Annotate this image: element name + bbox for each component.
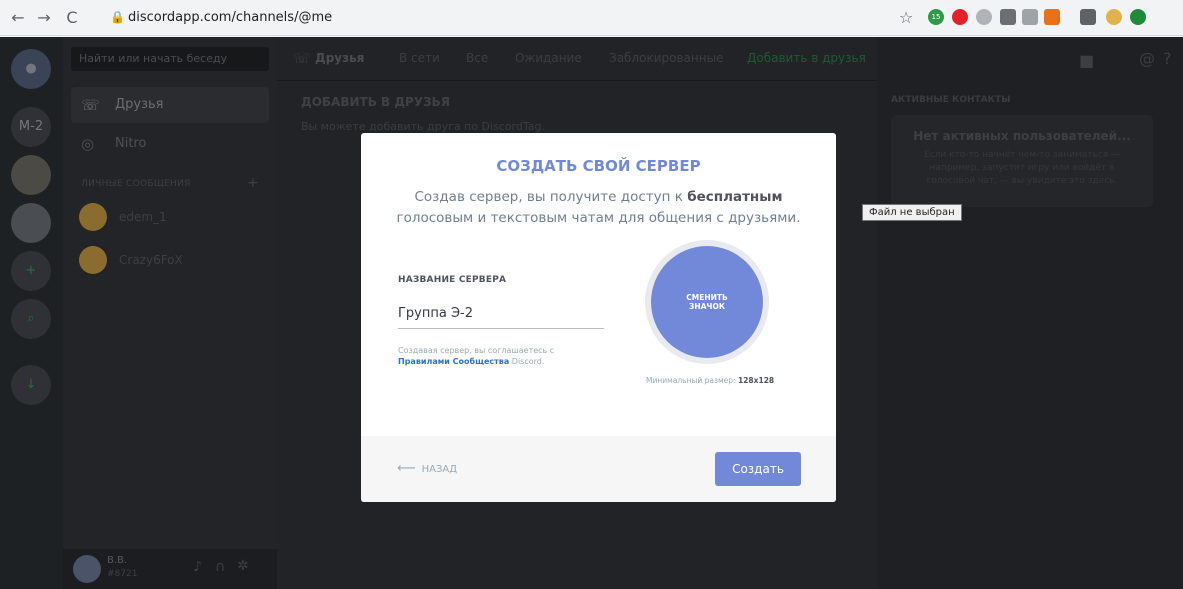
- lock-icon: 🔒: [110, 10, 125, 24]
- empty-body: Если кто-то начнёт чем-то заниматься — н…: [924, 150, 1120, 186]
- search-input[interactable]: Найти или начать беседу: [71, 47, 269, 71]
- tab-all[interactable]: Все: [466, 51, 488, 65]
- guild-sidebar: ● M-2 + ⌕ ↓: [0, 37, 63, 589]
- add-server-icon[interactable]: +: [11, 251, 51, 291]
- modal-title: СОЗДАТЬ СВОЙ СЕРВЕР: [496, 157, 701, 175]
- mentions-icon[interactable]: @: [1139, 49, 1155, 68]
- sidebar-item-nitro[interactable]: ◎ Nitro: [71, 126, 269, 162]
- guild-m2[interactable]: M-2: [11, 107, 51, 147]
- dm-item-label[interactable]: Crazy6FoX: [119, 253, 183, 267]
- key-extension-icon[interactable]: [1080, 9, 1096, 25]
- back-arrow-icon: ⟵: [397, 461, 416, 476]
- active-contacts-empty: Нет активных пользователей... Если кто-т…: [891, 115, 1153, 207]
- active-contacts-header: АКТИВНЫЕ КОНТАКТЫ: [891, 95, 1011, 105]
- desc-bold: бесплатным: [687, 189, 783, 205]
- user-panel: B.B. #8721 ♪ ∩ ✲: [63, 549, 277, 589]
- bookmark-star-icon[interactable]: ☆: [896, 8, 916, 28]
- channel-sidebar: Найти или начать беседу ☏ Друзья ◎ Nitro…: [63, 37, 277, 589]
- extension-counter-icon[interactable]: 15: [928, 9, 944, 25]
- sidebar-item-label: Друзья: [115, 97, 164, 112]
- file-tooltip: Файл не выбран: [862, 204, 962, 221]
- friends-icon: ☏: [81, 96, 100, 114]
- avatar[interactable]: [73, 555, 101, 583]
- help-icon[interactable]: ?: [1163, 49, 1172, 68]
- section-subtitle: Вы можете добавить друга по DiscordTag.: [301, 120, 545, 133]
- server-name-input[interactable]: [398, 299, 604, 329]
- download-apps-icon[interactable]: ↓: [11, 365, 51, 405]
- tab-add-friend[interactable]: Добавить в друзья: [747, 51, 866, 65]
- tab-friends-title: Друзья: [315, 51, 365, 65]
- sidebar-item-friends[interactable]: ☏ Друзья: [71, 87, 269, 123]
- browser-toolbar: ← → C 🔒 discordapp.com/channels/@me ☆ 15: [0, 0, 1183, 36]
- section-title: ДОБАВИТЬ В ДРУЗЬЯ: [301, 95, 450, 109]
- guild-avatar-2[interactable]: [11, 203, 51, 243]
- create-server-modal: СОЗДАТЬ СВОЙ СЕРВЕР Создав сервер, вы по…: [361, 133, 836, 502]
- url-text: discordapp.com/channels/@me: [128, 10, 333, 25]
- puzzle-extension-icon[interactable]: [976, 9, 992, 25]
- active-contacts-panel: ■ @ ? АКТИВНЫЕ КОНТАКТЫ Нет активных пол…: [877, 37, 1183, 589]
- package-extension-icon[interactable]: [1000, 9, 1016, 25]
- tab-blocked[interactable]: Заблокированные: [609, 51, 723, 65]
- agree-prefix: Создавая сервер, вы соглашаетесь с: [398, 346, 555, 355]
- server-name-label: НАЗВАНИЕ СЕРВЕРА: [398, 275, 507, 285]
- change-icon-line1: СМЕНИТЬ: [686, 293, 728, 302]
- opera-extension-icon[interactable]: [952, 9, 968, 25]
- dm-item-label[interactable]: edem_1: [119, 210, 167, 224]
- create-button[interactable]: Создать: [715, 452, 801, 486]
- guidelines-notice: Создавая сервер, вы соглашаетесь с Прави…: [398, 345, 608, 367]
- user-tag: #8721: [107, 569, 138, 579]
- reload-icon[interactable]: C: [62, 8, 82, 28]
- min-size-note: Минимальный размер: 128x128: [646, 376, 774, 385]
- avatar[interactable]: [79, 203, 107, 231]
- create-dm-icon[interactable]: +: [247, 175, 259, 191]
- min-size-value: 128x128: [737, 376, 775, 385]
- modal-footer: ⟵ НАЗАД Создать: [361, 436, 836, 502]
- user-name: B.B.: [107, 555, 128, 566]
- desc-prefix: Создав сервер, вы получите доступ к: [414, 189, 683, 205]
- settings-gear-icon[interactable]: ✲: [237, 558, 249, 574]
- back-button[interactable]: ⟵ НАЗАД: [397, 461, 457, 476]
- mute-mic-icon[interactable]: ♪: [193, 559, 202, 575]
- agree-suffix: Discord.: [511, 357, 545, 366]
- explore-search-icon[interactable]: ⌕: [11, 299, 51, 339]
- dm-header: ЛИЧНЫЕ СООБЩЕНИЯ: [81, 179, 191, 189]
- modal-description: Создав сервер, вы получите доступ к бесп…: [381, 187, 816, 229]
- guidelines-link[interactable]: Правилами Сообщества: [398, 357, 509, 366]
- change-icon-label: СМЕНИТЬ ЗНАЧОК: [651, 293, 763, 311]
- back-arrow-icon[interactable]: ←: [8, 8, 28, 28]
- shield-extension-icon[interactable]: [1022, 9, 1038, 25]
- headphones-icon[interactable]: ∩: [215, 559, 225, 575]
- address-bar[interactable]: 🔒 discordapp.com/channels/@me: [98, 4, 918, 32]
- update-extension-icon[interactable]: [1130, 9, 1146, 25]
- sidebar-item-label: Nitro: [115, 136, 147, 151]
- nitro-icon: ◎: [81, 135, 95, 153]
- back-label: НАЗАД: [421, 464, 458, 475]
- change-icon-line2: ЗНАЧОК: [689, 302, 725, 311]
- forward-arrow-icon[interactable]: →: [34, 8, 54, 28]
- guild-avatar-1[interactable]: [11, 155, 51, 195]
- desc-suffix: голосовым и текстовым чатам для общения …: [396, 210, 801, 226]
- download-extension-icon[interactable]: [1044, 9, 1060, 25]
- tab-pending[interactable]: Ожидание: [515, 51, 582, 65]
- discord-home-icon[interactable]: ●: [11, 49, 51, 89]
- tab-online[interactable]: В сети: [399, 51, 440, 65]
- new-group-dm-icon[interactable]: ■: [1079, 51, 1094, 70]
- empty-title: Нет активных пользователей...: [913, 129, 1131, 143]
- min-size-label: Минимальный размер:: [646, 376, 736, 385]
- burger-extension-icon[interactable]: [1106, 9, 1122, 25]
- avatar[interactable]: [79, 246, 107, 274]
- friends-icon: ☏: [293, 51, 311, 67]
